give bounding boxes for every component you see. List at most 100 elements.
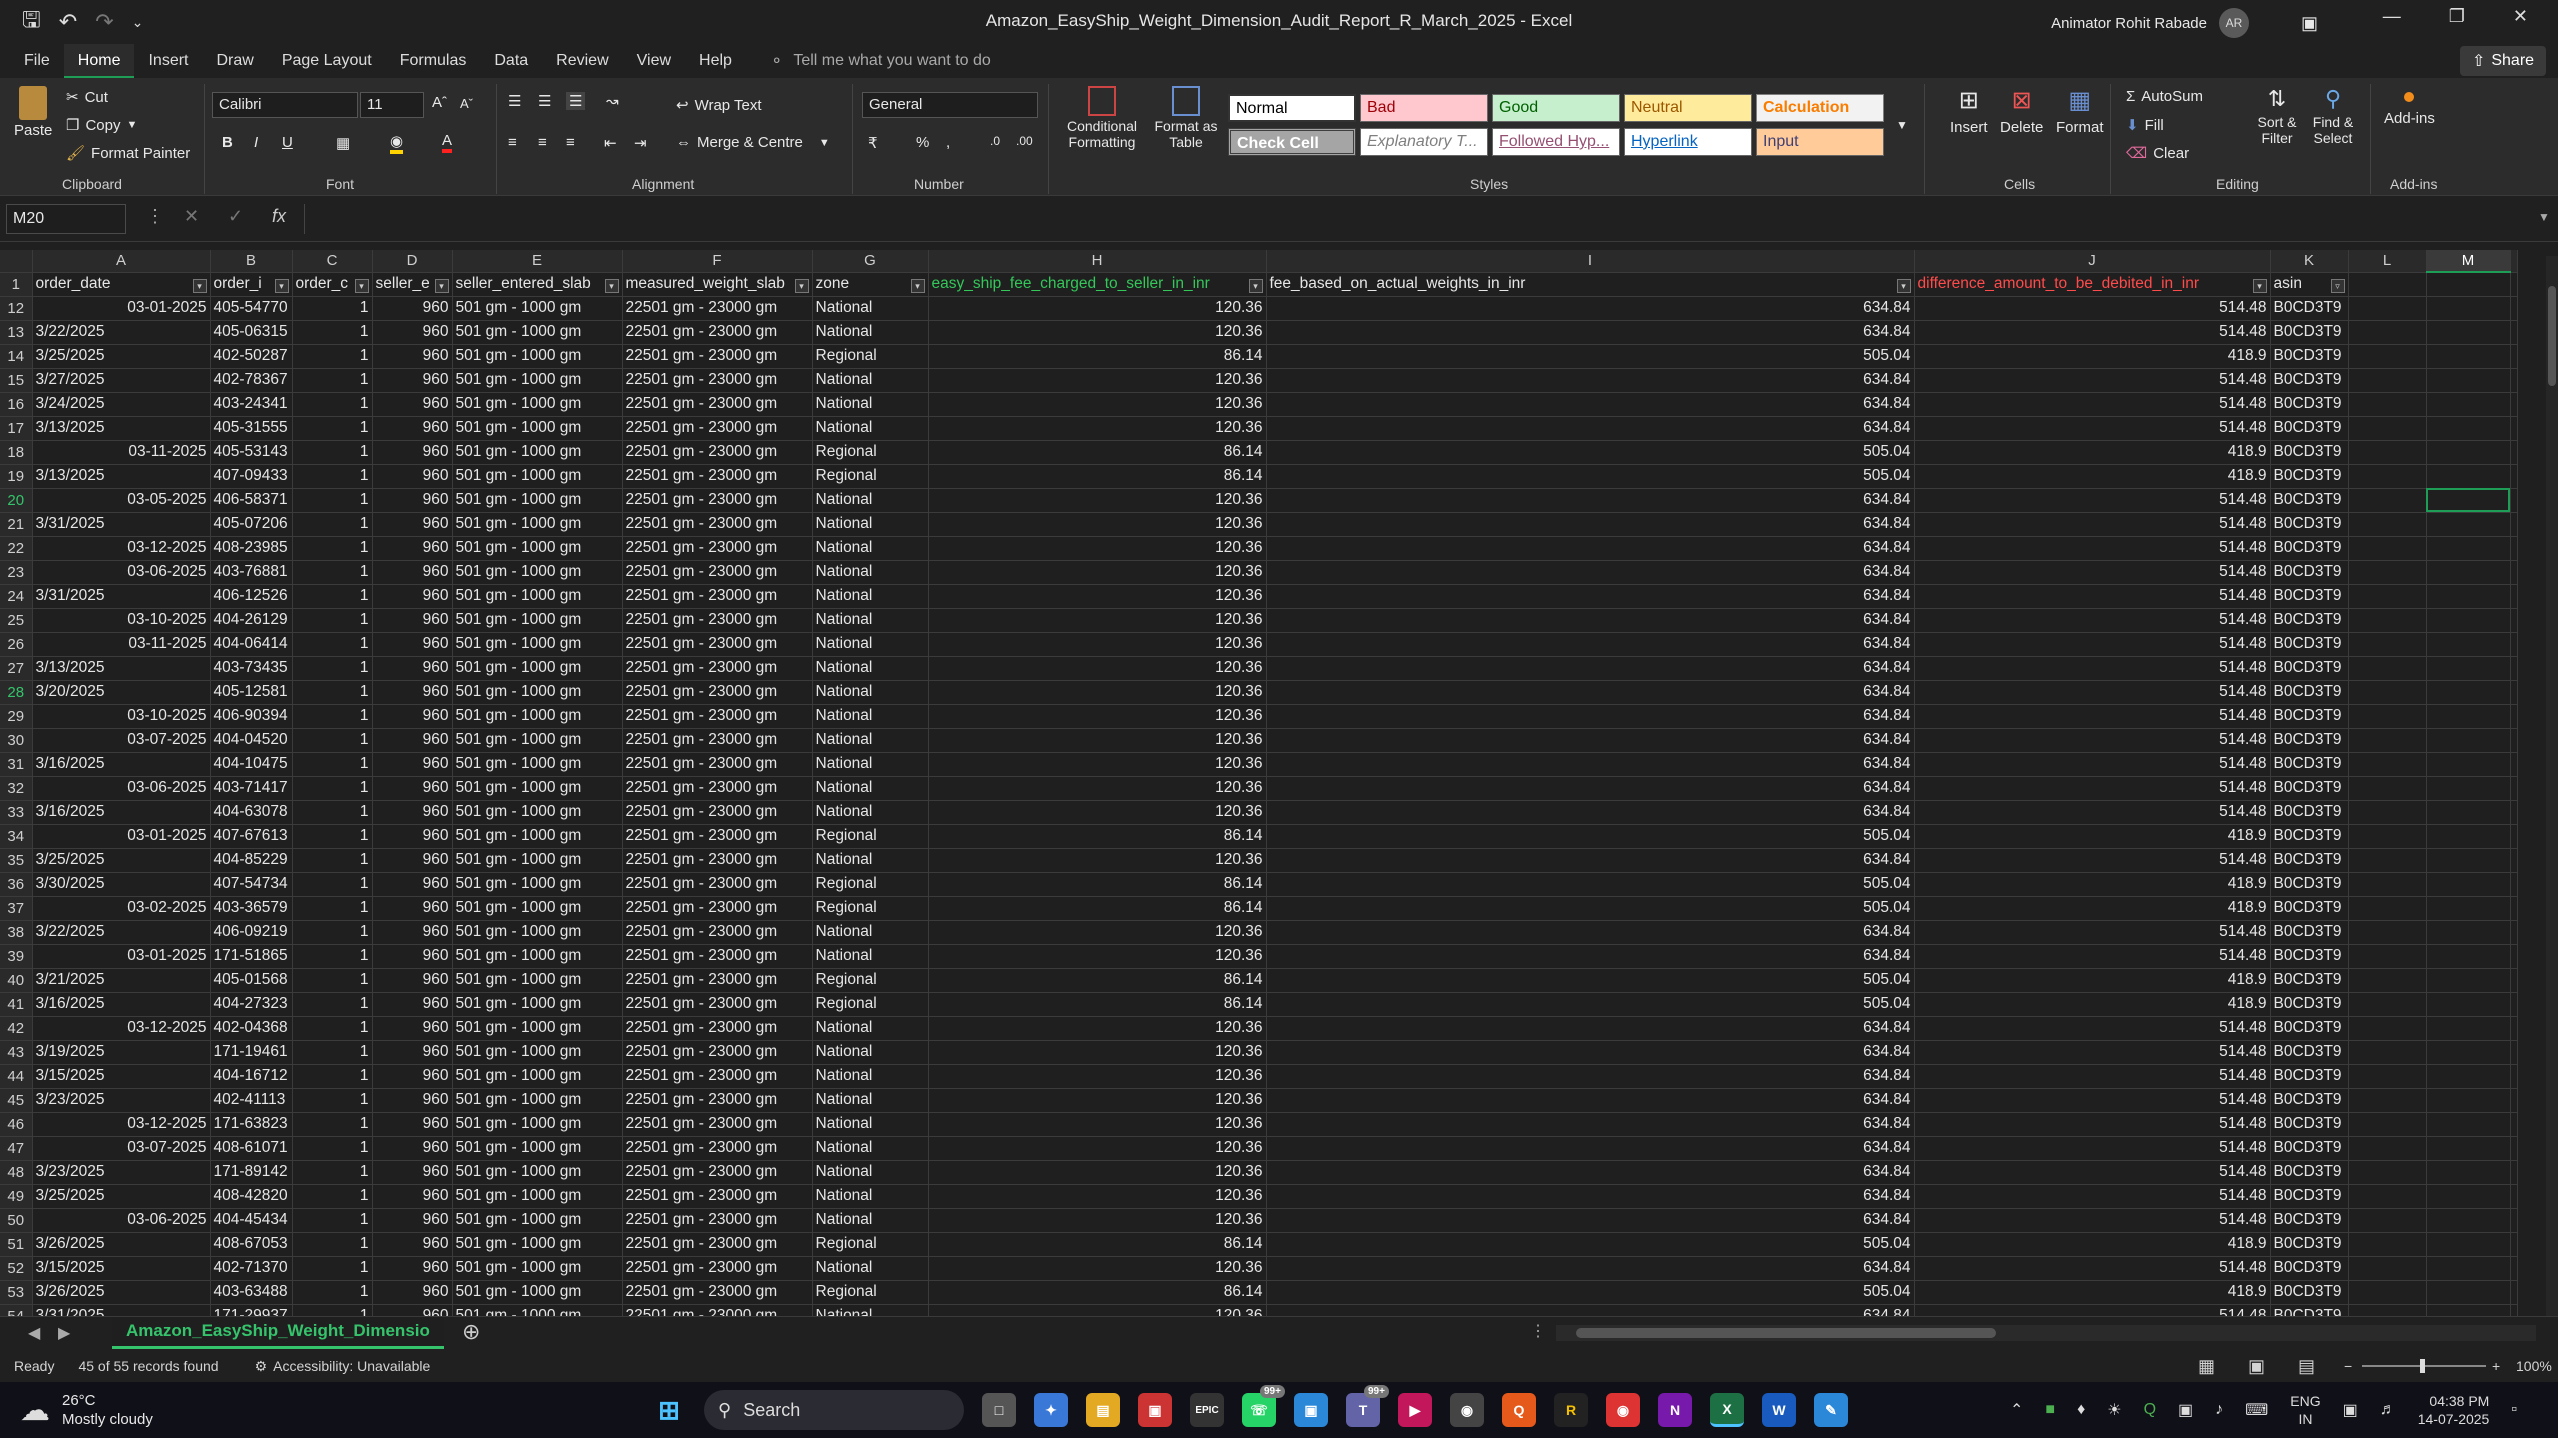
cell[interactable]: 03-10-2025	[32, 608, 211, 633]
row-header[interactable]: 35	[0, 848, 33, 873]
cell[interactable]: 03-11-2025	[32, 632, 211, 657]
cell[interactable]: 171-63823	[210, 1112, 293, 1137]
cell[interactable]: 960	[372, 848, 453, 873]
cell[interactable]: Regional	[812, 464, 929, 489]
cell[interactable]: 1	[292, 968, 373, 993]
cell[interactable]: 514.48	[1914, 800, 2271, 825]
cell[interactable]: B0CD3T9	[2270, 752, 2349, 777]
cell[interactable]	[2348, 320, 2427, 345]
cell[interactable]: 3/25/2025	[32, 344, 211, 369]
cell[interactable]	[2426, 1208, 2511, 1233]
row-header[interactable]: 21	[0, 512, 33, 537]
row-header[interactable]: 26	[0, 632, 33, 657]
cell[interactable]: B0CD3T9	[2270, 1184, 2349, 1209]
cell[interactable]	[2510, 1184, 2518, 1209]
cell[interactable]: 634.84	[1266, 632, 1915, 657]
cell[interactable]: 404-06414	[210, 632, 293, 657]
cell[interactable]: B0CD3T9	[2270, 1256, 2349, 1281]
cell[interactable]	[2348, 944, 2427, 969]
font-size-select[interactable]: 11	[360, 92, 424, 118]
cell[interactable]	[2510, 1256, 2518, 1281]
cell[interactable]	[2348, 632, 2427, 657]
cell[interactable]: 86.14	[928, 1280, 1267, 1305]
cancel-icon[interactable]: ✕	[184, 206, 199, 227]
cell[interactable]	[2426, 800, 2511, 825]
cell[interactable]: B0CD3T9	[2270, 728, 2349, 753]
task-view-icon[interactable]: □	[982, 1393, 1016, 1427]
column-header-g[interactable]: G	[812, 250, 929, 273]
row-header[interactable]: 49	[0, 1184, 33, 1209]
q-app-icon[interactable]: Q	[1502, 1393, 1536, 1427]
cell[interactable]: 960	[372, 344, 453, 369]
row-header[interactable]: 1	[0, 272, 33, 297]
cell[interactable]: B0CD3T9	[2270, 896, 2349, 921]
style-check-cell[interactable]: Check Cell	[1228, 128, 1356, 156]
cell[interactable]: 03-06-2025	[32, 560, 211, 585]
add-sheet-icon[interactable]: ⊕	[462, 1319, 480, 1345]
cell[interactable]: B0CD3T9	[2270, 632, 2349, 657]
cell[interactable]: B0CD3T9	[2270, 824, 2349, 849]
cell[interactable]: 501 gm - 1000 gm	[452, 536, 623, 561]
cell[interactable]: 514.48	[1914, 1064, 2271, 1089]
cell[interactable]	[2348, 1040, 2427, 1065]
cell[interactable]	[2348, 1208, 2427, 1233]
column-header-c[interactable]: C	[292, 250, 373, 273]
cell[interactable]: 960	[372, 296, 453, 321]
cell[interactable]: 505.04	[1266, 344, 1915, 369]
cell[interactable]: 1	[292, 608, 373, 633]
cell[interactable]: 634.84	[1266, 1040, 1915, 1065]
cell[interactable]: 501 gm - 1000 gm	[452, 584, 623, 609]
cell[interactable]	[2426, 824, 2511, 849]
cell[interactable]	[2426, 944, 2511, 969]
cell[interactable]: B0CD3T9	[2270, 512, 2349, 537]
cell[interactable]: 634.84	[1266, 848, 1915, 873]
cell[interactable]	[2510, 1280, 2518, 1305]
cell[interactable]: 408-23985	[210, 536, 293, 561]
cell[interactable]: 03-01-2025	[32, 824, 211, 849]
cell[interactable]: 120.36	[928, 368, 1267, 393]
cell[interactable]: B0CD3T9	[2270, 968, 2349, 993]
cell[interactable]: 634.84	[1266, 800, 1915, 825]
cell[interactable]: 22501 gm - 23000 gm	[622, 1280, 813, 1305]
cell[interactable]: 22501 gm - 23000 gm	[622, 1064, 813, 1089]
header-cell[interactable]: ▾ order_date	[32, 272, 211, 297]
cell[interactable]: B0CD3T9	[2270, 464, 2349, 489]
cell[interactable]: 634.84	[1266, 296, 1915, 321]
cell[interactable]: 408-61071	[210, 1136, 293, 1161]
header-cell[interactable]: ▾ difference_amount_to_be_debited_in_inr	[1914, 272, 2271, 297]
cell[interactable]	[2426, 416, 2511, 441]
cell[interactable]: B0CD3T9	[2270, 368, 2349, 393]
cell[interactable]: 1	[292, 488, 373, 513]
cell[interactable]: Regional	[812, 1232, 929, 1257]
cell[interactable]: 22501 gm - 23000 gm	[622, 1184, 813, 1209]
cell[interactable]: National	[812, 1016, 929, 1041]
cell[interactable]: 403-24341	[210, 392, 293, 417]
cell[interactable]: 3/26/2025	[32, 1280, 211, 1305]
row-header[interactable]: 52	[0, 1256, 33, 1281]
cell[interactable]	[2510, 896, 2518, 921]
cell[interactable]: 03-06-2025	[32, 1208, 211, 1233]
cell[interactable]: 960	[372, 824, 453, 849]
cell[interactable]	[2510, 1040, 2518, 1065]
cell[interactable]: 514.48	[1914, 776, 2271, 801]
cell[interactable]	[2510, 416, 2518, 441]
cell[interactable]: 407-54734	[210, 872, 293, 897]
cell[interactable]	[2426, 1256, 2511, 1281]
accessibility-status[interactable]: ⚙ Accessibility: Unavailable	[255, 1358, 431, 1375]
keyboard-icon[interactable]: ⌨	[2245, 1400, 2268, 1420]
cell[interactable]: 960	[372, 1088, 453, 1113]
increase-indent-icon[interactable]: ⇥	[634, 134, 647, 152]
cell[interactable]: 634.84	[1266, 680, 1915, 705]
cell[interactable]: 3/25/2025	[32, 1184, 211, 1209]
tab-view[interactable]: View	[623, 44, 685, 78]
cell[interactable]: 505.04	[1266, 992, 1915, 1017]
cell[interactable]: 501 gm - 1000 gm	[452, 1256, 623, 1281]
cell[interactable]: 634.84	[1266, 392, 1915, 417]
cell[interactable]: 1	[292, 440, 373, 465]
column-header-j[interactable]: J	[1914, 250, 2271, 273]
cell[interactable]: 960	[372, 1112, 453, 1137]
cell[interactable]: 120.36	[928, 512, 1267, 537]
font-name-select[interactable]: Calibri	[212, 92, 358, 118]
cell[interactable]: 22501 gm - 23000 gm	[622, 752, 813, 777]
cell[interactable]: 22501 gm - 23000 gm	[622, 1136, 813, 1161]
